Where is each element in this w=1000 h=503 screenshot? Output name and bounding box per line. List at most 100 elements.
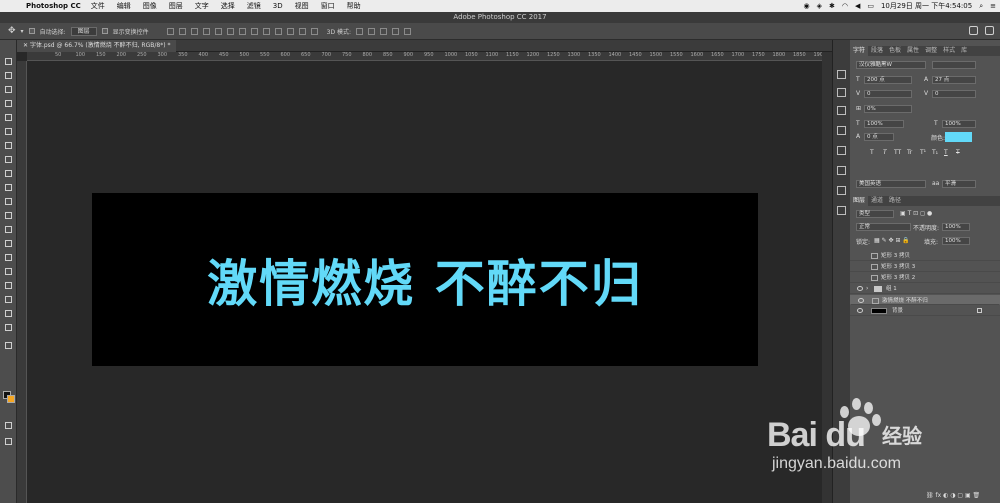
distribute-top-icon[interactable] xyxy=(238,27,246,35)
layer-row[interactable]: 矩形 3 拷贝 2 xyxy=(850,273,1000,283)
blend-mode-select[interactable]: 正常 xyxy=(856,223,911,231)
3d-rotate-icon[interactable] xyxy=(356,27,363,35)
volume-icon[interactable]: ◀ xyxy=(855,2,860,10)
quick-select-tool-icon[interactable] xyxy=(3,98,14,109)
auto-align-icon[interactable] xyxy=(310,27,318,35)
stamp-tool-icon[interactable] xyxy=(3,168,14,179)
distribute-vcenter-icon[interactable] xyxy=(250,27,258,35)
font-style-select[interactable] xyxy=(932,61,976,69)
language-select[interactable]: 美国英语 xyxy=(856,180,926,188)
layers-footer-icons[interactable]: ⛓ fx ◐ ◑ ▢ ▣ 🗑 xyxy=(926,492,980,499)
align-top-icon[interactable] xyxy=(166,27,174,35)
kerning-field[interactable]: 0 xyxy=(864,90,912,98)
history-icon[interactable] xyxy=(837,70,846,79)
canvas-area[interactable]: 激情燃烧 不醉不归 xyxy=(27,61,832,503)
distribute-right-icon[interactable] xyxy=(298,27,306,35)
horizontal-scale-field[interactable]: 100% xyxy=(942,120,976,128)
layer-row[interactable]: › 组 1 xyxy=(850,284,1000,294)
subscript-button[interactable]: T₁ xyxy=(932,149,938,156)
eyedropper-tool-icon[interactable] xyxy=(3,126,14,137)
tab-adjustments[interactable]: 调整 xyxy=(922,46,940,56)
more-tools-icon[interactable] xyxy=(3,340,14,351)
group-expand-chevron-icon[interactable]: › xyxy=(866,284,868,294)
menu-edit[interactable]: 编辑 xyxy=(117,1,131,11)
move-tool-icon[interactable] xyxy=(3,56,14,67)
background-color-swatch[interactable] xyxy=(7,395,15,403)
tab-channels[interactable]: 通道 xyxy=(868,196,886,206)
eraser-tool-icon[interactable] xyxy=(3,196,14,207)
battery-icon[interactable]: ▭ xyxy=(867,2,874,10)
align-hcenter-icon[interactable] xyxy=(214,27,222,35)
clock[interactable]: 10月29日 周一 下午4:54:05 xyxy=(881,1,972,11)
workspace-icon[interactable] xyxy=(985,26,994,35)
lock-icons[interactable]: ▦ ✎ ✥ ⊞ 🔒 xyxy=(874,237,910,244)
menu-type[interactable]: 文字 xyxy=(195,1,209,11)
menu-filter[interactable]: 滤镜 xyxy=(247,1,261,11)
path-select-tool-icon[interactable] xyxy=(3,280,14,291)
canvas-text-layer[interactable]: 激情燃烧 不醉不归 xyxy=(207,244,642,316)
small-caps-button[interactable]: Tr xyxy=(907,149,912,156)
menu-list-icon[interactable]: ≡ xyxy=(990,2,996,10)
tab-paths[interactable]: 路径 xyxy=(886,196,904,206)
lasso-tool-icon[interactable] xyxy=(3,84,14,95)
blur-tool-icon[interactable] xyxy=(3,224,14,235)
distribute-bottom-icon[interactable] xyxy=(262,27,270,35)
brush-tool-icon[interactable] xyxy=(3,154,14,165)
type-tool-icon[interactable] xyxy=(3,266,14,277)
dodge-tool-icon[interactable] xyxy=(3,238,14,249)
layer-row[interactable]: 矩形 3 拷贝 3 xyxy=(850,262,1000,272)
menu-image[interactable]: 图像 xyxy=(143,1,157,11)
align-vcenter-icon[interactable] xyxy=(178,27,186,35)
antialias-select[interactable]: 平滑 xyxy=(942,180,976,188)
screen-mode-icon[interactable] xyxy=(3,436,14,447)
fill-field[interactable]: 100% xyxy=(942,237,970,245)
tab-character[interactable]: 字符 xyxy=(850,46,869,56)
layer-filter-icons[interactable]: ▣ T ⊡ ◻ ● xyxy=(900,210,932,217)
history-brush-tool-icon[interactable] xyxy=(3,182,14,193)
layer-kind-filter[interactable]: 类型 xyxy=(856,210,894,218)
opacity-field[interactable]: 100% xyxy=(942,223,970,231)
horizontal-ruler[interactable]: 50 100 150 200 250 300 350 400 450 500 550 600 650 70… xyxy=(27,52,847,61)
tab-swatches[interactable]: 色板 xyxy=(886,46,904,56)
3d-pan-icon[interactable] xyxy=(380,27,387,35)
hand-tool-icon[interactable] xyxy=(3,308,14,319)
3d-slide-icon[interactable] xyxy=(392,27,399,35)
bluetooth-icon[interactable]: ✱ xyxy=(829,2,835,10)
character-style-icon[interactable] xyxy=(837,126,846,135)
tab-layers[interactable]: 图层 xyxy=(850,196,869,206)
tab-styles[interactable]: 样式 xyxy=(940,46,958,56)
visibility-eye-icon[interactable] xyxy=(857,286,863,291)
align-left-icon[interactable] xyxy=(202,27,210,35)
menu-3d[interactable]: 3D xyxy=(273,2,283,10)
tab-properties[interactable]: 属性 xyxy=(904,46,922,56)
document-canvas[interactable]: 激情燃烧 不醉不归 xyxy=(92,193,758,366)
glyphs-icon[interactable] xyxy=(837,146,846,155)
visibility-eye-icon[interactable] xyxy=(858,298,864,303)
search-icon[interactable] xyxy=(969,26,978,35)
3d-roll-icon[interactable] xyxy=(368,27,375,35)
search-icon[interactable]: ⌕ xyxy=(979,2,983,11)
tab-libraries[interactable]: 库 xyxy=(958,46,970,56)
underline-button[interactable]: T xyxy=(944,149,948,156)
faux-bold-button[interactable]: T xyxy=(870,149,874,156)
auto-select-checkbox[interactable] xyxy=(28,28,35,34)
dropbox-icon[interactable]: ◈ xyxy=(817,2,822,10)
align-bottom-icon[interactable] xyxy=(190,27,198,35)
menu-help[interactable]: 帮助 xyxy=(347,1,361,11)
menu-layer[interactable]: 图层 xyxy=(169,1,183,11)
font-family-select[interactable]: 汉仪雅酷黑W xyxy=(856,61,926,69)
menu-view[interactable]: 视图 xyxy=(295,1,309,11)
distribute-hcenter-icon[interactable] xyxy=(286,27,294,35)
app-menu[interactable]: Photoshop CC xyxy=(26,2,81,10)
wifi-icon[interactable]: ◠ xyxy=(842,2,848,10)
text-color-swatch[interactable] xyxy=(945,132,972,142)
layer-row[interactable]: 矩形 3 拷贝 xyxy=(850,251,1000,261)
strikethrough-button[interactable]: T xyxy=(956,149,960,156)
move-tool-icon[interactable]: ✥ xyxy=(8,26,16,36)
vertical-scale-field[interactable]: 100% xyxy=(864,120,904,128)
layer-row[interactable]: 背景 xyxy=(850,306,1000,316)
rectangle-tool-icon[interactable] xyxy=(3,294,14,305)
properties-icon[interactable] xyxy=(837,186,846,195)
faux-italic-button[interactable]: T xyxy=(883,149,887,156)
menu-file[interactable]: 文件 xyxy=(91,1,105,11)
